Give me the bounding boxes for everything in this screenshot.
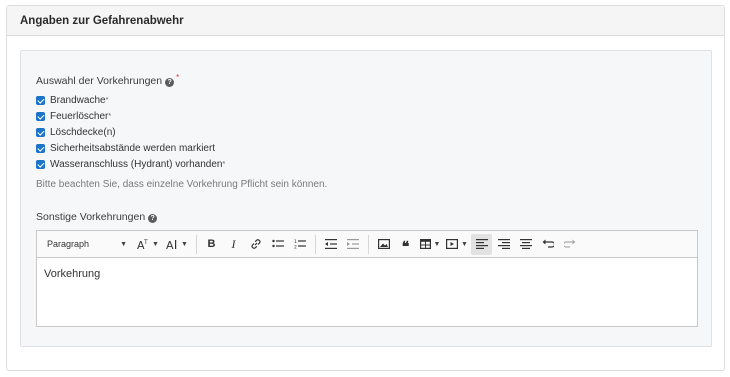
- measures-label: Auswahl der Vorkehrungen ?*: [36, 73, 179, 87]
- measures-hint: Bitte beachten Sie, dass einzelne Vorkeh…: [36, 179, 328, 190]
- chevron-down-icon: ▼: [461, 240, 468, 248]
- checkbox-checked-icon[interactable]: [36, 144, 45, 153]
- checkbox-checked-icon[interactable]: [36, 128, 45, 137]
- heading-dropdown[interactable]: Paragraph ▼: [41, 234, 133, 255]
- chevron-down-icon: ▼: [120, 240, 127, 248]
- svg-text:2: 2: [294, 245, 297, 250]
- indent-icon[interactable]: [342, 234, 363, 255]
- form-section: Auswahl der Vorkehrungen ?* Brandwache * F…: [20, 50, 712, 347]
- required-marker: *: [176, 73, 180, 82]
- option-brandwache[interactable]: Brandwache *: [36, 94, 108, 107]
- undo-icon[interactable]: [537, 234, 558, 255]
- measures-label-text: Auswahl der Vorkehrungen: [36, 75, 163, 87]
- svg-text:T: T: [143, 239, 148, 246]
- editor-content[interactable]: Vorkehrung: [37, 258, 697, 290]
- align-right-icon[interactable]: [493, 234, 514, 255]
- help-icon[interactable]: ?: [148, 214, 158, 223]
- chevron-down-icon: ▼: [152, 240, 159, 248]
- option-label: Löschdecke(n): [50, 127, 116, 138]
- option-label: Feuerlöscher: [50, 111, 109, 122]
- option-mark: *: [108, 113, 112, 120]
- image-icon[interactable]: [373, 234, 394, 255]
- editor-toolbar: Paragraph ▼ AT ▼ A ▼ B I 1 2 ❝ ▼ ▼: [37, 231, 697, 258]
- redo-icon[interactable]: [559, 234, 580, 255]
- align-center-icon[interactable]: [515, 234, 536, 255]
- font-family-icon: A: [166, 239, 177, 250]
- panel-title: Angaben zur Gefahrenabwehr: [7, 6, 724, 36]
- font-family-dropdown[interactable]: A ▼: [163, 234, 191, 255]
- align-left-icon[interactable]: [471, 233, 492, 255]
- checkbox-checked-icon[interactable]: [36, 112, 45, 121]
- media-dropdown[interactable]: ▼: [444, 234, 470, 255]
- bulleted-list-icon[interactable]: [267, 234, 288, 255]
- bold-icon[interactable]: B: [201, 234, 222, 255]
- other-measures-label: Sonstige Vorkehrungen?: [36, 211, 158, 223]
- svg-text:A: A: [166, 239, 174, 250]
- numbered-list-icon[interactable]: 12: [289, 234, 310, 255]
- option-wasseranschluss[interactable]: Wasseranschluss (Hydrant) vorhanden *: [36, 158, 225, 171]
- checkbox-checked-icon[interactable]: [36, 96, 45, 105]
- chevron-down-icon: ▼: [181, 240, 188, 248]
- rich-text-editor: Paragraph ▼ AT ▼ A ▼ B I 1 2 ❝ ▼ ▼ Vorke…: [36, 230, 698, 327]
- option-label: Brandwache: [50, 95, 106, 106]
- hazard-prevention-panel: Angaben zur Gefahrenabwehr Auswahl der V…: [6, 5, 725, 371]
- blockquote-icon[interactable]: ❝: [395, 234, 416, 255]
- option-mark: *: [105, 97, 109, 104]
- option-sicherheitsabstaende[interactable]: Sicherheitsabstände werden markiert: [36, 142, 215, 155]
- link-icon[interactable]: [245, 234, 266, 255]
- font-size-icon: AT: [137, 239, 148, 250]
- svg-text:1: 1: [294, 239, 297, 245]
- table-dropdown[interactable]: ▼: [417, 234, 443, 255]
- checkbox-checked-icon[interactable]: [36, 160, 45, 169]
- table-icon: [419, 239, 431, 249]
- font-size-dropdown[interactable]: AT ▼: [134, 234, 162, 255]
- heading-dropdown-value: Paragraph: [47, 239, 90, 249]
- option-mark: *: [222, 161, 226, 168]
- option-label: Wasseranschluss (Hydrant) vorhanden: [50, 159, 223, 170]
- option-feuerloescher[interactable]: Feuerlöscher *: [36, 110, 111, 123]
- chevron-down-icon: ▼: [433, 240, 441, 248]
- outdent-icon[interactable]: [320, 234, 341, 255]
- option-label: Sicherheitsabstände werden markiert: [50, 143, 216, 154]
- other-label-text: Sonstige Vorkehrungen: [36, 211, 146, 223]
- media-embed-icon: [446, 239, 459, 249]
- italic-icon[interactable]: I: [223, 234, 244, 255]
- option-loeschdecke[interactable]: Löschdecke(n): [36, 126, 116, 139]
- help-icon[interactable]: ?: [165, 78, 175, 87]
